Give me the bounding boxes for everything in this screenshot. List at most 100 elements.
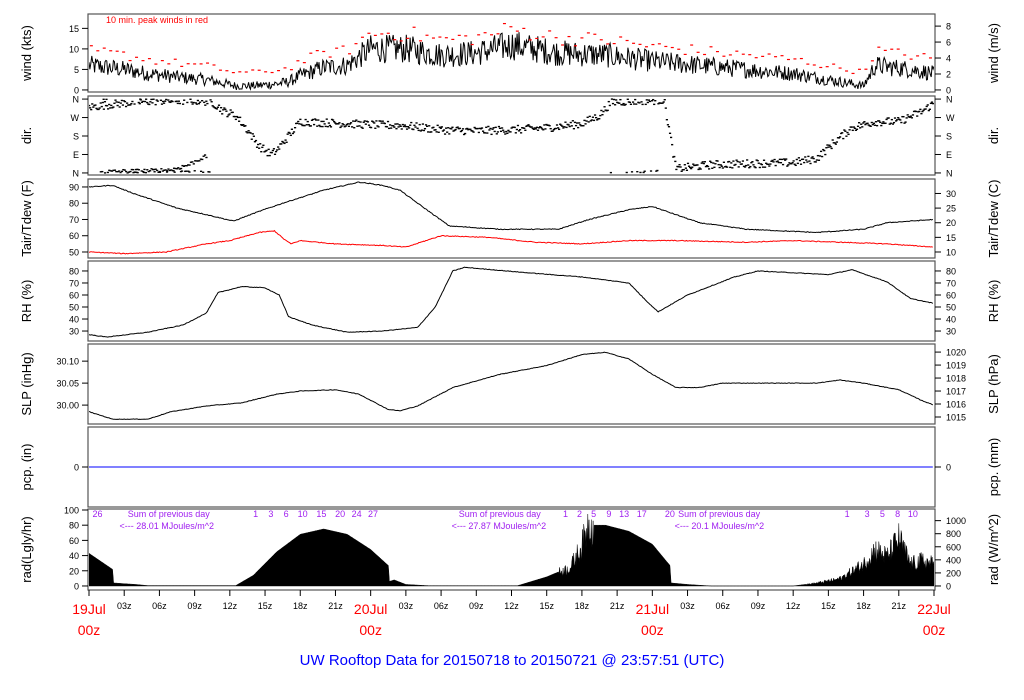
dir-point	[118, 170, 121, 172]
dir-point	[160, 103, 164, 105]
dir-point	[697, 168, 700, 171]
dir-point	[823, 149, 826, 152]
dir-point	[503, 131, 506, 133]
dir-point	[370, 126, 373, 129]
dir-point	[918, 110, 921, 113]
dir-point	[196, 99, 199, 102]
y-axis-label: rad(Lgly/hr)	[19, 516, 34, 582]
dir-point	[874, 121, 878, 123]
dir-point	[571, 120, 574, 122]
dir-point	[328, 124, 332, 127]
dir-point	[326, 125, 329, 128]
dir-point	[180, 170, 184, 172]
dir-point	[286, 133, 289, 135]
dir-point	[585, 120, 588, 122]
dir-point	[173, 171, 176, 173]
dir-point	[850, 126, 853, 128]
dir-point	[706, 165, 710, 168]
y-tick-label-right: W	[946, 113, 955, 123]
dir-point	[880, 124, 883, 127]
dir-point	[897, 117, 900, 119]
plot-area	[89, 351, 934, 420]
cumulative-tick-label: 1	[563, 509, 568, 519]
y-tick-label: W	[71, 113, 80, 123]
dir-point	[803, 161, 806, 164]
dir-point	[807, 155, 810, 158]
dir-point	[325, 118, 328, 120]
dir-point	[618, 102, 621, 104]
dir-point	[340, 125, 343, 127]
dir-point	[725, 166, 729, 168]
y-tick-label-right: 1019	[946, 361, 966, 371]
dir-point	[223, 107, 226, 109]
cumulative-tick-label: 27	[368, 509, 378, 519]
dir-point	[292, 131, 296, 133]
dir-point	[887, 117, 890, 119]
dir-point	[198, 160, 201, 162]
dir-point	[204, 104, 207, 106]
dir-point	[192, 163, 195, 165]
dir-point	[786, 165, 789, 167]
dir-point	[851, 129, 854, 132]
dir-point	[359, 121, 362, 123]
dir-point	[305, 124, 308, 126]
dir-point	[167, 99, 170, 101]
y-tick-label-right: 30	[946, 327, 956, 337]
dir-point	[162, 102, 166, 104]
dir-point	[737, 166, 740, 168]
x-tick-label: 21z	[610, 601, 625, 611]
dir-point	[112, 106, 115, 108]
dir-point	[515, 128, 518, 131]
dir-point	[919, 108, 922, 111]
dir-point	[136, 171, 139, 174]
dir-point	[628, 101, 631, 104]
dir-point	[319, 125, 322, 128]
y-tick-label: 30.00	[56, 401, 79, 411]
x-tick-label: 06z	[715, 601, 730, 611]
dir-point	[445, 127, 448, 129]
dir-point	[260, 151, 263, 153]
dir-point	[440, 126, 443, 128]
dir-point	[98, 107, 101, 109]
dir-point	[870, 121, 873, 124]
dir-point	[217, 104, 221, 106]
dir-point	[139, 98, 142, 100]
dir-point	[802, 158, 805, 160]
dir-point	[636, 170, 639, 173]
dir-point	[619, 98, 622, 101]
dir-point	[768, 165, 771, 167]
dir-point	[439, 127, 442, 129]
daily-total-annotation: Sum of previous day	[128, 509, 211, 519]
dir-point	[665, 118, 668, 121]
dir-point	[430, 131, 433, 133]
dir-point	[805, 159, 808, 161]
dir-point	[205, 100, 208, 102]
dir-point	[188, 164, 191, 166]
dir-point	[398, 124, 401, 126]
dir-point	[844, 130, 847, 132]
dir-point	[191, 103, 194, 105]
panel-slp: 30.00 30.05 30.10 1015 1016 1017 1018 1019 1020 S…	[19, 343, 1001, 425]
x-tick-label: 12z	[223, 601, 238, 611]
dir-point	[121, 104, 124, 106]
dir-point	[106, 171, 109, 174]
dir-point	[678, 164, 681, 166]
cumulative-tick-label: 24	[352, 509, 362, 519]
dir-point	[869, 125, 872, 127]
dir-point	[259, 143, 262, 145]
y-tick-label: 40	[69, 551, 79, 561]
y-tick-label-right: 200	[946, 568, 961, 578]
dir-point	[323, 123, 326, 125]
dir-point	[351, 126, 354, 128]
plot-area	[89, 98, 934, 174]
dir-point	[152, 98, 155, 100]
y-tick-label: 50	[69, 247, 79, 257]
x-day-label: 21Jul	[636, 601, 669, 617]
x-day-label: 19Jul	[72, 601, 105, 617]
dir-point	[889, 122, 892, 124]
dir-point	[280, 143, 283, 145]
dir-point	[261, 146, 264, 149]
x-tick-label: 12z	[786, 601, 801, 611]
y-tick-label-right: 25	[946, 204, 956, 214]
y-tick-label-right: 1016	[946, 400, 966, 410]
